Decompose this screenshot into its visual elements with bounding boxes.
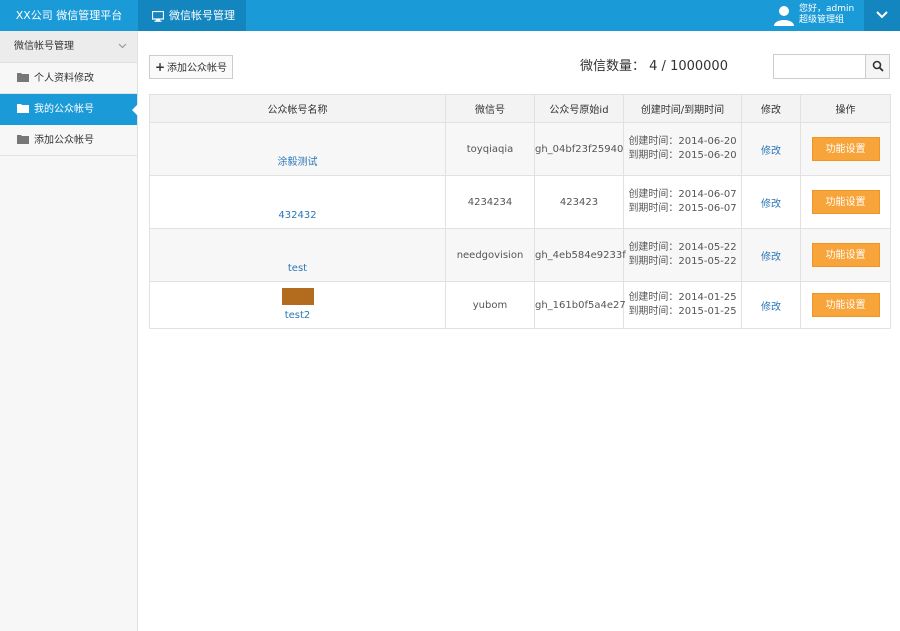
edit-cell: 修改 bbox=[741, 228, 801, 282]
nav-tab-label: 微信帐号管理 bbox=[169, 9, 235, 22]
folder-icon bbox=[17, 104, 29, 113]
add-account-button[interactable]: + 添加公众帐号 bbox=[149, 55, 233, 79]
column-header-wechat: 微信号 bbox=[445, 94, 535, 123]
user-greeting: 您好，admin bbox=[799, 4, 855, 14]
top-bar: XX公司 微信管理平台 微信帐号管理 您好，admin 超级管理组 bbox=[0, 0, 900, 31]
active-indicator bbox=[132, 104, 138, 116]
account-name-cell: test2 bbox=[149, 281, 446, 329]
search-input[interactable] bbox=[774, 55, 865, 78]
column-header-action: 操作 bbox=[800, 94, 891, 123]
sidebar: 微信帐号管理 个人资料修改 我的公众帐号 添加公众帐号 bbox=[0, 31, 138, 631]
account-name-link[interactable]: test2 bbox=[150, 310, 445, 321]
table-header-row: 公众帐号名称 微信号 公众号原始id 创建时间/到期时间 修改 操作 bbox=[149, 94, 891, 123]
account-name-link[interactable]: 432432 bbox=[150, 210, 445, 221]
action-cell: 功能设置 bbox=[800, 228, 891, 282]
expiry-time: 到期时间：2015-05-22 bbox=[628, 256, 737, 267]
column-header-name: 公众帐号名称 bbox=[149, 94, 446, 123]
column-header-edit: 修改 bbox=[741, 94, 801, 123]
time-cell: 创建时间：2014-06-07 到期时间：2015-06-07 bbox=[623, 175, 742, 229]
edit-link[interactable]: 修改 bbox=[761, 199, 781, 210]
accounts-table: 公众帐号名称 微信号 公众号原始id 创建时间/到期时间 修改 操作 涂毅测试 … bbox=[149, 94, 891, 329]
time-cell: 创建时间：2014-01-25 到期时间：2015-01-25 bbox=[623, 281, 742, 329]
expiry-time: 到期时间：2015-01-25 bbox=[628, 306, 737, 317]
chevron-down-icon bbox=[876, 11, 888, 19]
user-role: 超级管理组 bbox=[799, 15, 845, 25]
chevron-down-icon bbox=[118, 43, 127, 49]
sidebar-item-label: 我的公众帐号 bbox=[34, 104, 94, 115]
function-settings-button[interactable]: 功能设置 bbox=[811, 243, 880, 267]
function-settings-button[interactable]: 功能设置 bbox=[811, 293, 880, 317]
account-name-cell: test bbox=[149, 228, 446, 282]
raw-id-cell: 423423 bbox=[534, 175, 624, 229]
created-time: 创建时间：2014-06-07 bbox=[628, 189, 737, 200]
sidebar-item-label: 添加公众帐号 bbox=[34, 135, 94, 146]
created-time: 创建时间：2014-01-25 bbox=[628, 292, 737, 303]
wechat-id-cell: yubom bbox=[445, 281, 535, 329]
function-settings-button[interactable]: 功能设置 bbox=[811, 190, 880, 214]
time-cell: 创建时间：2014-06-20 到期时间：2015-06-20 bbox=[623, 122, 742, 176]
created-time: 创建时间：2014-05-22 bbox=[628, 242, 737, 253]
action-cell: 功能设置 bbox=[800, 175, 891, 229]
time-cell: 创建时间：2014-05-22 到期时间：2015-05-22 bbox=[623, 228, 742, 282]
folder-icon bbox=[17, 73, 29, 82]
created-time: 创建时间：2014-06-20 bbox=[628, 136, 737, 147]
monitor-icon bbox=[152, 10, 164, 22]
wechat-id-cell: needgovision bbox=[445, 228, 535, 282]
table-row: 涂毅测试 toyqiaqia gh_04bf23f25940 创建时间：2014… bbox=[149, 122, 891, 176]
account-name-link[interactable]: test bbox=[150, 263, 445, 274]
sidebar-item-label: 个人资料修改 bbox=[34, 73, 94, 84]
edit-link[interactable]: 修改 bbox=[761, 302, 781, 313]
folder-icon bbox=[17, 135, 29, 144]
sidebar-group-header[interactable]: 微信帐号管理 bbox=[0, 31, 137, 63]
account-count: 微信数量： 4 / 1000000 bbox=[580, 58, 728, 76]
sidebar-item-profile[interactable]: 个人资料修改 bbox=[0, 63, 137, 94]
plus-icon: + bbox=[154, 60, 166, 74]
search-button[interactable] bbox=[865, 55, 889, 78]
function-settings-button[interactable]: 功能设置 bbox=[811, 137, 880, 161]
sidebar-group-title: 微信帐号管理 bbox=[14, 41, 74, 52]
raw-id-cell: gh_04bf23f25940 bbox=[534, 122, 624, 176]
wechat-id-cell: 4234234 bbox=[445, 175, 535, 229]
edit-cell: 修改 bbox=[741, 281, 801, 329]
account-name-cell: 432432 bbox=[149, 175, 446, 229]
account-name-link[interactable]: 涂毅测试 bbox=[150, 153, 445, 168]
edit-cell: 修改 bbox=[741, 122, 801, 176]
nav-tab-account-management[interactable]: 微信帐号管理 bbox=[138, 0, 246, 31]
sidebar-item-my-accounts[interactable]: 我的公众帐号 bbox=[0, 94, 138, 125]
account-count-label: 微信数量： bbox=[580, 59, 646, 74]
avatar bbox=[774, 6, 794, 26]
account-count-value: 4 / 1000000 bbox=[649, 59, 728, 74]
sidebar-item-add-account[interactable]: 添加公众帐号 bbox=[0, 125, 137, 156]
edit-link[interactable]: 修改 bbox=[761, 146, 781, 157]
search-box bbox=[773, 54, 890, 79]
action-cell: 功能设置 bbox=[800, 122, 891, 176]
wechat-id-cell: toyqiaqia bbox=[445, 122, 535, 176]
table-row: test needgovision gh_4eb584e9233f 创建时间：2… bbox=[149, 228, 891, 282]
table-row: 432432 4234234 423423 创建时间：2014-06-07 到期时… bbox=[149, 175, 891, 229]
user-menu-button[interactable] bbox=[864, 0, 900, 31]
edit-link[interactable]: 修改 bbox=[761, 252, 781, 263]
search-icon bbox=[872, 60, 884, 72]
user-panel: 您好，admin 超级管理组 bbox=[770, 0, 864, 31]
raw-id-cell: gh_4eb584e9233f bbox=[534, 228, 626, 282]
expiry-time: 到期时间：2015-06-20 bbox=[628, 150, 737, 161]
action-cell: 功能设置 bbox=[800, 281, 891, 329]
account-name-cell: 涂毅测试 bbox=[149, 122, 446, 176]
edit-cell: 修改 bbox=[741, 175, 801, 229]
column-header-time: 创建时间/到期时间 bbox=[623, 94, 742, 123]
add-account-label: 添加公众帐号 bbox=[167, 63, 228, 74]
table-row: test2 yubom gh_161b0f5a4e27 创建时间：2014-01… bbox=[149, 281, 891, 329]
app-brand: XX公司 微信管理平台 bbox=[15, 9, 123, 22]
expiry-time: 到期时间：2015-06-07 bbox=[628, 203, 737, 214]
account-thumbnail-image bbox=[282, 288, 314, 305]
column-header-raw-id: 公众号原始id bbox=[534, 94, 624, 123]
raw-id-cell: gh_161b0f5a4e27 bbox=[534, 281, 626, 329]
